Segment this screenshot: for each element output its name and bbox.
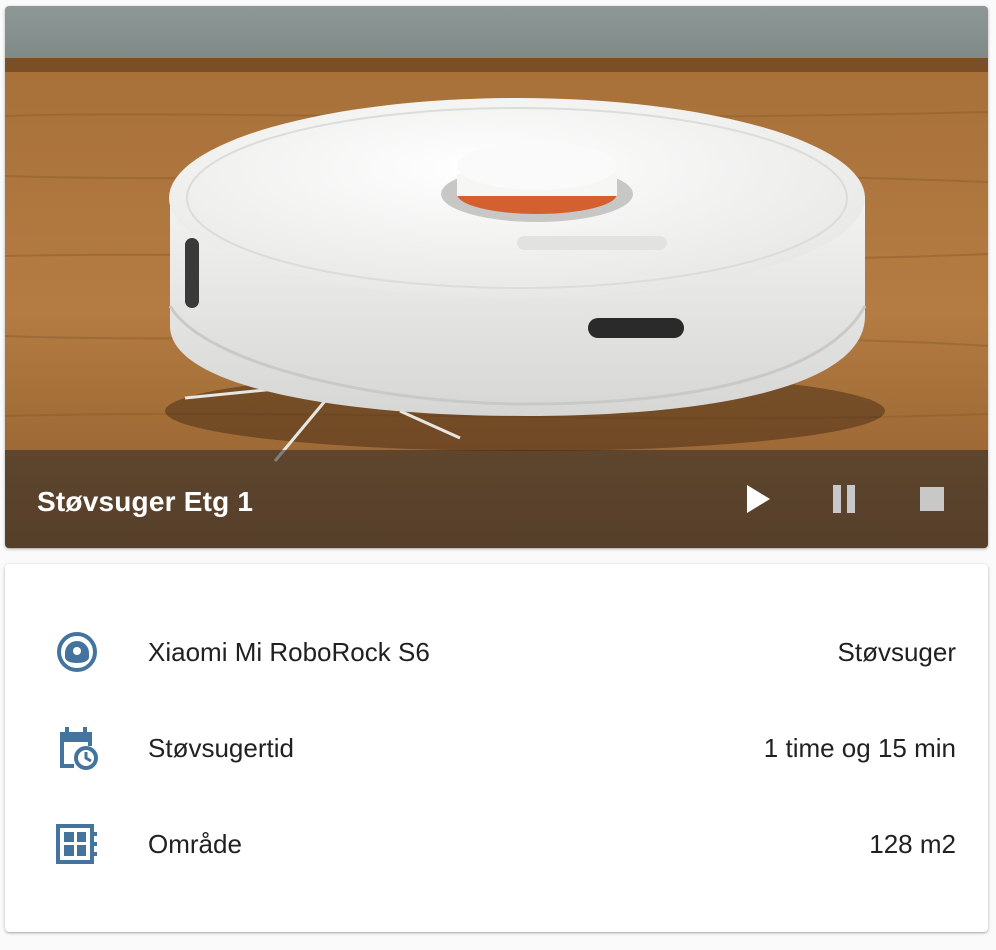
cleaning-time-value: 1 time og 15 min [763,732,956,763]
stop-icon [920,487,944,511]
device-name-label: Xiaomi Mi RoboRock S6 [148,636,430,667]
area-label: Område [148,828,242,859]
play-button[interactable] [743,484,773,514]
play-icon [747,485,770,513]
pause-button[interactable] [829,484,859,514]
area-value: 128 m2 [869,828,956,859]
media-title: Støvsuger Etg 1 [37,486,254,517]
media-control-bar: Støvsuger Etg 1 [5,450,988,548]
entity-row-cleaning-time[interactable]: Støvsugertid 1 time og 15 min [5,720,988,776]
entity-row-device[interactable]: Xiaomi Mi RoboRock S6 Støvsuger [5,624,988,680]
pause-icon [833,485,855,513]
device-type-value: Støvsuger [837,636,957,667]
entity-row-area[interactable]: Område 128 m2 [5,816,988,872]
stop-button[interactable] [917,484,947,514]
floor-plan-icon [55,822,99,866]
entities-card: Xiaomi Mi RoboRock S6 Støvsuger Støvsuge… [5,564,988,932]
robot-vacuum-icon [55,630,99,674]
calendar-clock-icon [55,726,99,770]
media-card: Støvsuger Etg 1 [5,6,988,548]
cleaning-time-label: Støvsugertid [148,732,294,763]
